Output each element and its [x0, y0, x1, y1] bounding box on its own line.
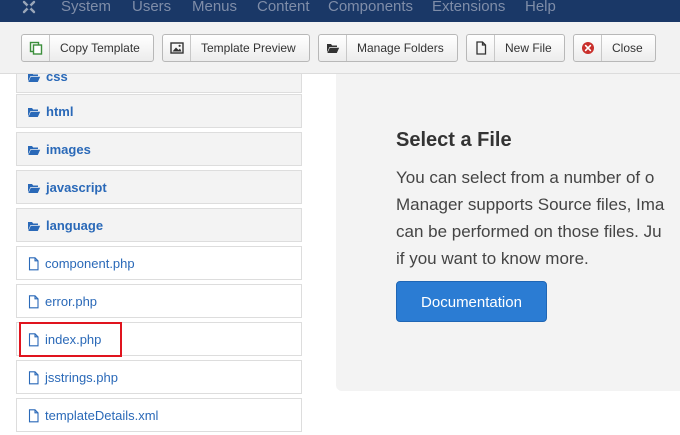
highlight-box: [19, 322, 122, 357]
nav-components[interactable]: Components: [328, 0, 413, 17]
file-icon: [27, 371, 41, 385]
tree-folder-images[interactable]: images: [16, 132, 302, 166]
folder-open-icon: [27, 105, 41, 119]
tree-folder-label: javascript: [46, 180, 107, 195]
tree-folder-label: html: [46, 104, 74, 119]
tree-folder-javascript[interactable]: javascript: [16, 170, 302, 204]
tree-folder-html[interactable]: html: [16, 94, 302, 128]
tree-file-label: error.php: [45, 294, 98, 309]
panel-text-line: if you want to know more.: [396, 249, 589, 268]
manage-folders-button[interactable]: Manage Folders: [318, 34, 458, 62]
tree-file-error[interactable]: error.php: [16, 284, 302, 318]
file-icon: [467, 35, 495, 61]
file-tree: css html images javascript language comp…: [0, 74, 320, 435]
template-preview-label: Template Preview: [201, 41, 296, 55]
new-file-label: New File: [505, 41, 552, 55]
new-file-button[interactable]: New File: [466, 34, 565, 62]
tree-file-label: component.php: [45, 256, 135, 271]
nav-menus[interactable]: Menus: [192, 0, 237, 17]
copy-template-label: Copy Template: [60, 41, 140, 55]
top-navbar: System Users Menus Content Components Ex…: [0, 0, 680, 22]
tree-folder-label: css: [46, 74, 68, 84]
template-preview-button[interactable]: Template Preview: [162, 34, 310, 62]
panel-text-line: can be performed on those files. Ju: [396, 222, 662, 241]
panel-text-line: You can select from a number of o: [396, 168, 655, 187]
tree-file-jsstrings[interactable]: jsstrings.php: [16, 360, 302, 394]
folder-open-icon: [27, 181, 41, 195]
tree-folder-label: language: [46, 218, 104, 233]
file-icon: [27, 295, 41, 309]
file-icon: [27, 409, 41, 423]
folder-open-icon: [27, 219, 41, 233]
nav-extensions[interactable]: Extensions: [432, 0, 505, 17]
manage-folders-label: Manage Folders: [357, 41, 444, 55]
toolbar: Copy Template Template Preview Manage Fo…: [0, 22, 680, 74]
nav-content[interactable]: Content: [257, 0, 310, 17]
nav-system[interactable]: System: [61, 0, 111, 17]
tree-file-label: jsstrings.php: [45, 370, 118, 385]
documentation-button[interactable]: Documentation: [396, 281, 547, 322]
copy-template-button[interactable]: Copy Template: [21, 34, 154, 62]
folder-open-icon: [27, 143, 41, 157]
tree-folder-language[interactable]: language: [16, 208, 302, 242]
folder-open-icon: [27, 74, 41, 84]
tree-folder-label: images: [46, 142, 91, 157]
tree-file-component[interactable]: component.php: [16, 246, 302, 280]
folder-open-icon: [319, 35, 347, 61]
picture-icon: [163, 35, 191, 61]
close-label: Close: [612, 41, 643, 55]
panel-title: Select a File: [396, 129, 512, 151]
tree-folder-css[interactable]: css: [16, 74, 302, 93]
nav-users[interactable]: Users: [132, 0, 171, 17]
close-circle-icon: [574, 35, 602, 61]
joomla-logo-icon[interactable]: [20, 0, 38, 16]
close-button[interactable]: Close: [573, 34, 656, 62]
nav-help[interactable]: Help: [525, 0, 556, 17]
documentation-label: Documentation: [421, 294, 522, 311]
copy-icon: [22, 35, 50, 61]
tree-file-label: templateDetails.xml: [45, 408, 159, 423]
panel-text-line: Manager supports Source files, Ima: [396, 195, 665, 214]
tree-file-templatedetails[interactable]: templateDetails.xml: [16, 398, 302, 432]
file-icon: [27, 257, 41, 271]
